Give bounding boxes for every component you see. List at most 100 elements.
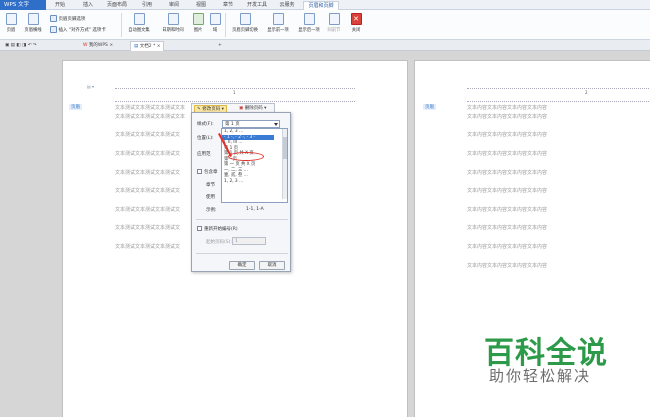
text-line: 文本测试文本测试文本测试文 <box>115 244 181 250</box>
text-line: 文本内容文本内容文本内容文本内容 <box>467 132 548 138</box>
tab-insert[interactable]: 插入 <box>80 1 96 10</box>
tab-document-2[interactable]: ▤ 文档2 * × <box>130 41 165 51</box>
tab-references[interactable]: 引用 <box>139 1 155 10</box>
page-number: 2 <box>585 90 588 95</box>
tab-cloud[interactable]: 云服务 <box>277 1 297 10</box>
start-number-label: 起始页码(S): <box>206 240 232 245</box>
scroll-thumb[interactable] <box>283 137 287 159</box>
show-previous-icon <box>272 13 284 25</box>
close-icon[interactable]: × <box>109 43 113 48</box>
start-number-input[interactable]: 1 <box>232 237 266 245</box>
tab-review[interactable]: 审阅 <box>166 1 182 10</box>
position-label: 位置(L): <box>197 136 214 141</box>
auto-text-button[interactable]: 自动图文集 <box>125 13 153 33</box>
title-bar: WPS 文字 开始 插入 页面布局 引用 审阅 视图 章节 开发工具 云服务 页… <box>0 0 650 10</box>
style-option[interactable]: 1, 2, 3 ... <box>222 179 274 185</box>
restart-numbering-label: 重新开始编号(R) <box>204 227 238 232</box>
list-scrollbar[interactable] <box>282 129 287 199</box>
picture-icon <box>192 13 204 25</box>
text-line: 文本测试文本测试文本测试文 <box>115 225 181 231</box>
ribbon: 页眉 页眉横线 页眉页脚选项 插入 "对齐方式" 选项卡 自动图文集 日期和时间… <box>0 10 650 40</box>
header-footer-options[interactable]: 页眉页脚选项 <box>50 15 85 22</box>
example-value: 1-1, 1-A <box>246 207 264 212</box>
document-tab-bar: ▣ ▤ ◧ ◨ ↶ ↷ W 我的WPS × ▤ 文档2 * × + <box>0 40 650 51</box>
include-chapter-label: 包含章 <box>204 170 218 175</box>
text-line: 文本测试文本测试文本测试文 <box>115 170 181 176</box>
include-chapter-checkbox[interactable] <box>197 169 202 174</box>
header-tag: 页眉 <box>423 104 436 110</box>
text-line: 文本测试文本测试文本测试文 <box>115 207 181 213</box>
header-area[interactable]: 1 <box>115 88 355 102</box>
date-time-button[interactable]: 日期和时间 <box>159 13 187 33</box>
style-dropdown-list[interactable]: 1, 2, 3 ... - 1 -, - 2 -, - 3 - I, II, I… <box>221 128 288 203</box>
show-next-button[interactable]: 显示后一项 <box>295 13 323 33</box>
chapter-label: 章节 <box>206 183 215 188</box>
header-tag: 页眉 <box>69 104 82 110</box>
header-icon[interactable]: ▤ ▾ <box>87 84 94 89</box>
tab-page-layout[interactable]: 页面布局 <box>104 1 130 10</box>
auto-text-icon <box>133 13 145 25</box>
dropdown-arrow-icon <box>274 123 278 126</box>
insert-align-tab-button[interactable]: 插入 "对齐方式" 选项卡 <box>50 26 106 33</box>
text-line: 文本内容文本内容文本内容文本内容 <box>467 170 548 176</box>
close-icon: ✕ <box>350 13 362 25</box>
divider <box>196 219 288 220</box>
text-line: 文本内容文本内容文本内容文本内容 <box>467 244 548 250</box>
text-line: 文本测试文本测试文本测试文本 <box>115 114 186 120</box>
delete-icon: ▣ <box>239 106 244 111</box>
tab-header-footer[interactable]: 页眉和页脚 <box>303 1 339 10</box>
show-next-icon <box>303 13 315 25</box>
header-area[interactable]: 2 <box>467 88 650 102</box>
header-line-icon <box>27 13 39 25</box>
annotation-circle <box>228 152 264 161</box>
close-icon[interactable]: × <box>157 44 161 49</box>
picture-button[interactable]: 图片 <box>190 13 206 33</box>
link-previous-button[interactable]: 同前节 <box>325 13 343 33</box>
new-tab-button[interactable]: + <box>215 41 225 51</box>
text-line: 文本内容文本内容文本内容文本内容 <box>467 114 548 120</box>
cancel-button[interactable]: 取消 <box>259 261 285 270</box>
tab-view[interactable]: 视图 <box>193 1 209 10</box>
ribbon-separator <box>121 13 122 37</box>
field-button[interactable]: 域 <box>209 13 221 33</box>
close-header-footer-button[interactable]: ✕ 关闭 <box>349 13 363 33</box>
text-line: 文本测试文本测试文本测试文本 <box>115 105 186 111</box>
style-select[interactable]: 第 1 页 <box>222 120 280 128</box>
text-line: 文本内容文本内容文本内容文本内容 <box>467 188 548 194</box>
text-line: 文本内容文本内容文本内容文本内容 <box>467 225 548 231</box>
field-icon <box>209 13 221 25</box>
ok-button[interactable]: 确定 <box>229 261 255 270</box>
text-line: 文本测试文本测试文本测试文 <box>115 132 181 138</box>
text-line: 文本测试文本测试文本测试文 <box>115 188 181 194</box>
tab-developer[interactable]: 开发工具 <box>244 1 270 10</box>
apply-range-label: 应用范 <box>197 152 211 157</box>
ribbon-separator <box>225 13 226 37</box>
text-line: 文本内容文本内容文本内容文本内容 <box>467 151 548 157</box>
calendar-icon <box>167 13 179 25</box>
watermark-subtitle: 助你轻松解决 <box>489 367 592 385</box>
switch-header-footer-button[interactable]: 页眉页脚切换 <box>229 13 261 33</box>
switch-icon <box>239 13 251 25</box>
tab-my-wps[interactable]: W 我的WPS × <box>80 41 116 51</box>
text-line: 文本内容文本内容文本内容文本内容 <box>467 263 548 269</box>
link-previous-icon <box>328 13 340 25</box>
text-line: 文本测试文本测试文本测试文 <box>115 151 181 157</box>
show-previous-button[interactable]: 显示前一项 <box>264 13 292 33</box>
header-line-button[interactable]: 页眉横线 <box>22 13 44 33</box>
use-label: 使用 <box>206 195 215 200</box>
doc-icon: ▤ <box>134 44 139 49</box>
text-line: 文本内容文本内容文本内容文本内容 <box>467 207 548 213</box>
restart-numbering-checkbox[interactable] <box>197 226 202 231</box>
tab-start[interactable]: 开始 <box>52 1 68 10</box>
example-label: 示例: <box>206 208 217 213</box>
text-line: 文本内容文本内容文本内容文本内容 <box>467 105 548 111</box>
page-number: 1 <box>233 90 236 95</box>
page-number-button[interactable]: 页眉 <box>3 13 19 33</box>
page-number-icon <box>5 13 17 25</box>
style-label: 样式(F): <box>197 122 214 127</box>
quick-access-toolbar[interactable]: ▣ ▤ ◧ ◨ ↶ ↷ <box>2 41 40 51</box>
app-menu-button[interactable]: WPS 文字 <box>0 0 46 10</box>
align-tab-icon <box>50 26 57 33</box>
tab-section[interactable]: 章节 <box>220 1 236 10</box>
wps-icon: W <box>83 43 88 48</box>
